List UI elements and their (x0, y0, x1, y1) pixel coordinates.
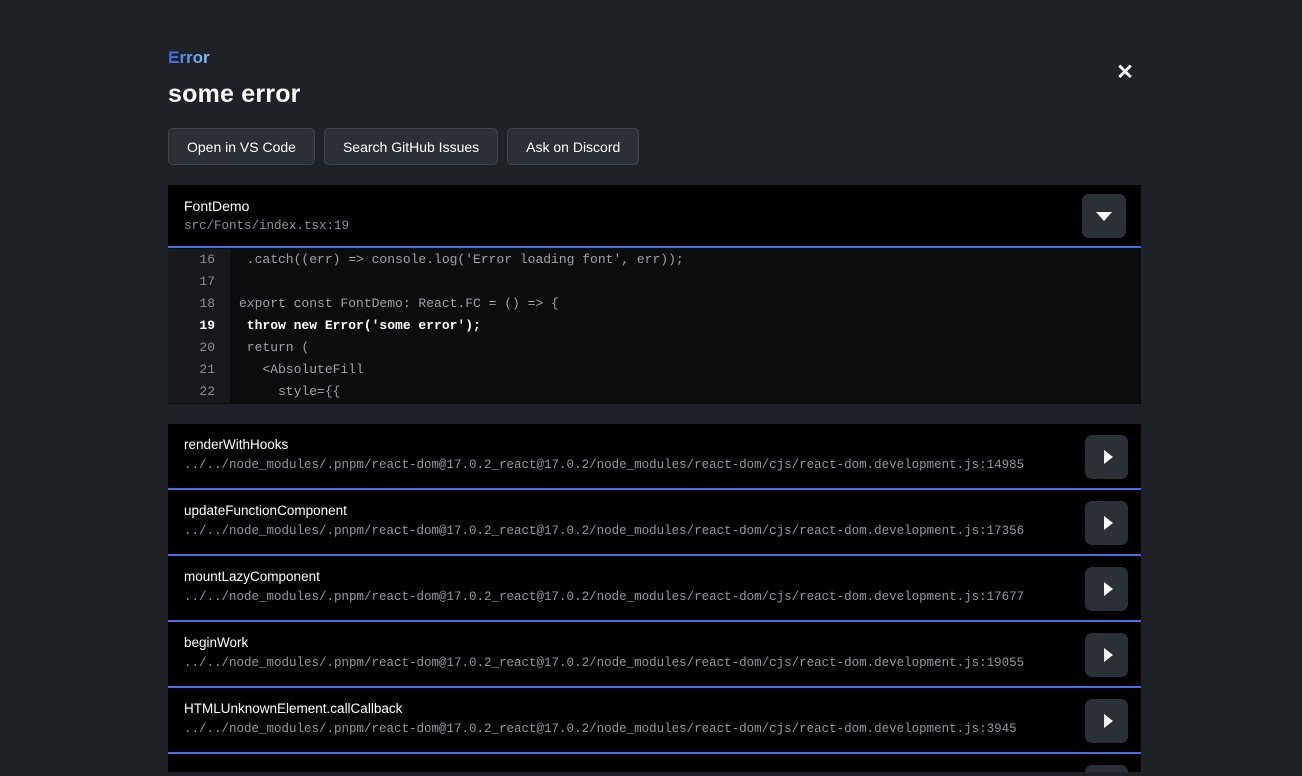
line-number: 22 (168, 381, 230, 403)
line-code: throw new Error('some error'); (230, 315, 481, 337)
stack-frame-row: HTMLUnknownElement.callCallback ../../no… (168, 688, 1141, 754)
expand-stack-frame-button[interactable] (1085, 567, 1128, 611)
action-button-row: Open in VS Code Search GitHub Issues Ask… (168, 128, 1141, 165)
stack-frame-path: ../../node_modules/.pnpm/react-dom@17.0.… (184, 722, 1125, 736)
code-line: 16 .catch((err) => console.log('Error lo… (168, 249, 1141, 271)
error-message-title: some error (168, 80, 1141, 109)
code-frame: FontDemo src/Fonts/index.tsx:19 16 .catc… (168, 185, 1141, 404)
stack-frame-row: renderWithHooks ../../node_modules/.pnpm… (168, 424, 1141, 490)
caret-right-icon (1104, 516, 1113, 530)
stack-frame-row (168, 754, 1141, 772)
caret-right-icon (1104, 648, 1113, 662)
error-panel: Error some error Open in VS Code Search … (168, 0, 1141, 772)
line-number: 21 (168, 359, 230, 381)
code-line: 18 export const FontDemo: React.FC = () … (168, 293, 1141, 315)
stack-frame-title: HTMLUnknownElement.callCallback (184, 701, 1125, 716)
code-line: 19 throw new Error('some error'); (168, 315, 1141, 337)
expand-stack-frame-button[interactable] (1085, 633, 1128, 677)
code-frame-header: FontDemo src/Fonts/index.tsx:19 (168, 185, 1141, 248)
error-type-label: Error (168, 48, 210, 68)
caret-right-icon (1104, 582, 1113, 596)
code-line: 22 style={{ (168, 381, 1141, 403)
stack-frame-list: renderWithHooks ../../node_modules/.pnpm… (168, 424, 1141, 772)
stack-frame-row: mountLazyComponent ../../node_modules/.p… (168, 556, 1141, 622)
expand-stack-frame-button[interactable] (1085, 501, 1128, 545)
code-line: 21 <AbsoluteFill (168, 359, 1141, 381)
line-code: return ( (230, 337, 309, 359)
line-code (230, 271, 239, 293)
stack-frame-title: renderWithHooks (184, 437, 1125, 452)
stack-frame-row: beginWork ../../node_modules/.pnpm/react… (168, 622, 1141, 688)
code-frame-function-name: FontDemo (184, 198, 1125, 214)
code-lines: 16 .catch((err) => console.log('Error lo… (168, 248, 1141, 404)
line-number: 19 (168, 315, 230, 337)
open-in-vscode-button[interactable]: Open in VS Code (168, 128, 315, 165)
line-code: style={{ (230, 381, 340, 403)
stack-frame-title: mountLazyComponent (184, 569, 1125, 584)
stack-frame-path: ../../node_modules/.pnpm/react-dom@17.0.… (184, 524, 1125, 538)
line-code: <AbsoluteFill (230, 359, 364, 381)
caret-right-icon (1104, 714, 1113, 728)
line-number: 18 (168, 293, 230, 315)
stack-frame-path: ../../node_modules/.pnpm/react-dom@17.0.… (184, 590, 1125, 604)
stack-frame-row: updateFunctionComponent ../../node_modul… (168, 490, 1141, 556)
error-overlay: ✕ Error some error Open in VS Code Searc… (0, 0, 1302, 776)
ask-on-discord-button[interactable]: Ask on Discord (507, 128, 639, 165)
expand-stack-frame-button[interactable] (1085, 435, 1128, 479)
line-number: 17 (168, 271, 230, 293)
stack-frame-title: beginWork (184, 635, 1125, 650)
expand-stack-frame-button[interactable] (1085, 699, 1128, 743)
chevron-down-icon (1096, 212, 1112, 221)
collapse-code-button[interactable] (1082, 194, 1126, 238)
stack-frame-path: ../../node_modules/.pnpm/react-dom@17.0.… (184, 458, 1125, 472)
line-code: export const FontDemo: React.FC = () => … (230, 293, 559, 315)
code-line: 17 (168, 271, 1141, 293)
code-frame-file-location: src/Fonts/index.tsx:19 (184, 219, 1125, 233)
line-number: 16 (168, 249, 230, 271)
stack-frame-path: ../../node_modules/.pnpm/react-dom@17.0.… (184, 656, 1125, 670)
search-github-issues-button[interactable]: Search GitHub Issues (324, 128, 498, 165)
line-number: 20 (168, 337, 230, 359)
code-line: 20 return ( (168, 337, 1141, 359)
caret-right-icon (1104, 450, 1113, 464)
stack-frame-title: updateFunctionComponent (184, 503, 1125, 518)
expand-stack-frame-button[interactable] (1085, 765, 1128, 772)
line-code: .catch((err) => console.log('Error loadi… (230, 249, 684, 271)
